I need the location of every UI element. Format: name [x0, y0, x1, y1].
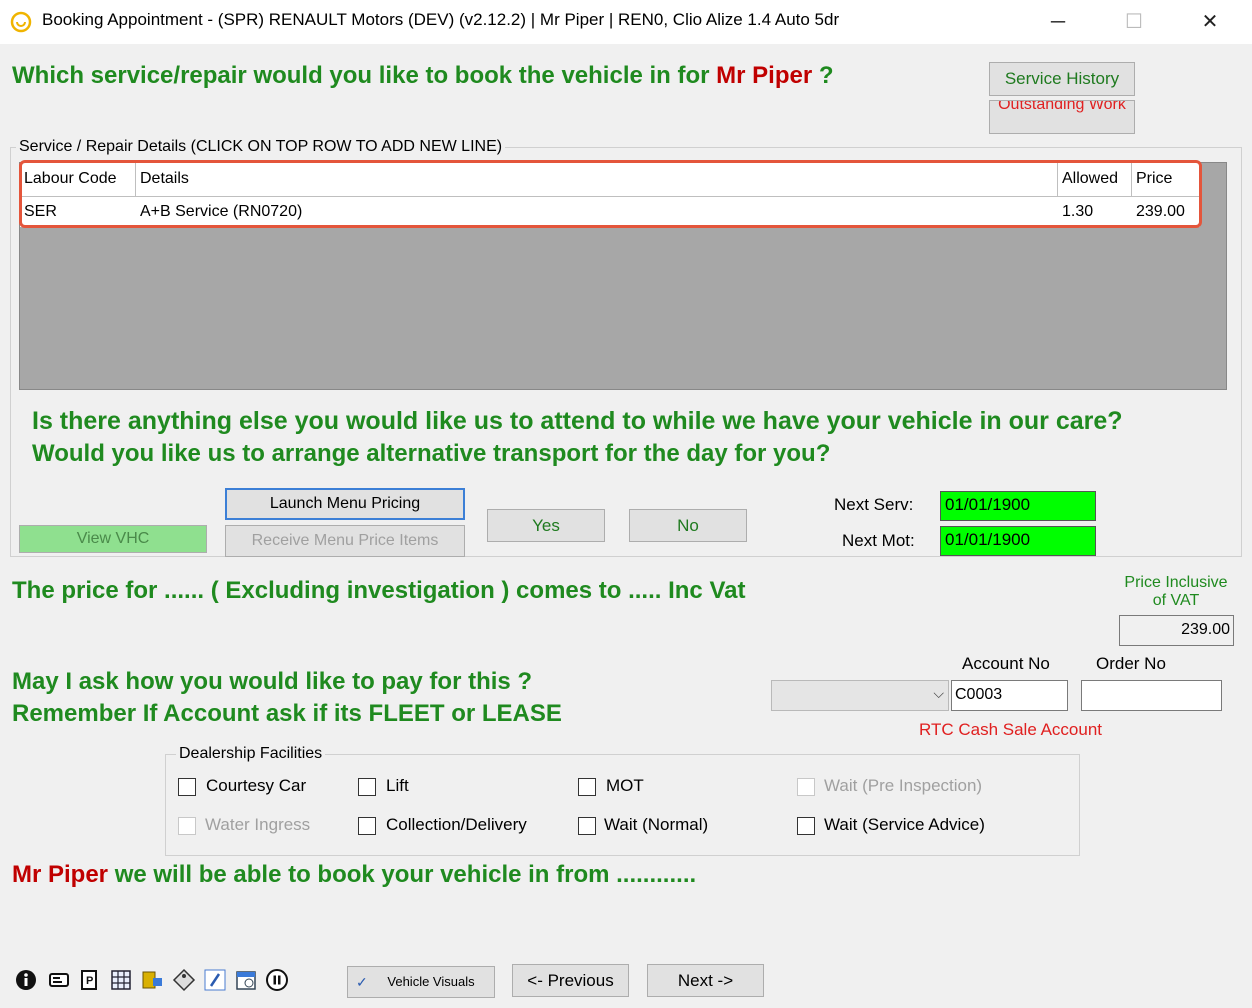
no-button[interactable]: No [629, 509, 747, 542]
additional-work-question: Is there anything else you would like us… [32, 407, 1123, 435]
lift-label: Lift [386, 776, 409, 795]
lift-checkbox[interactable] [358, 778, 376, 796]
vehicle-visuals-button[interactable]: ✓ Vehicle Visuals [347, 966, 495, 998]
price-inc-vat-field: 239.00 [1119, 615, 1234, 646]
price-inc-vat-label: Price Inclusive of VAT [1110, 574, 1242, 610]
next-button[interactable]: Next -> [647, 964, 764, 997]
service-question-prefix: Which service/repair would you like to b… [12, 62, 717, 89]
row-highlight-annotation [19, 160, 1202, 228]
window-title: Booking Appointment - (SPR) RENAULT Moto… [42, 10, 840, 29]
parking-icon[interactable]: P [78, 968, 102, 992]
wait-pre-inspection-label: Wait (Pre Inspection) [824, 776, 983, 795]
service-question-suffix: ? [812, 62, 834, 89]
yes-button[interactable]: Yes [487, 509, 605, 542]
courtesy-car-checkbox[interactable] [178, 778, 196, 796]
service-history-button[interactable]: Service History [989, 62, 1135, 96]
payment-reminder: Remember If Account ask if its FLEET or … [12, 700, 562, 727]
maximize-button[interactable]: ☐ [1106, 0, 1162, 44]
courtesy-car-label: Courtesy Car [206, 776, 307, 795]
service-question: Which service/repair would you like to b… [12, 62, 834, 90]
order-no-label: Order No [1096, 654, 1166, 673]
booking-statement-text: we will be able to book your vehicle in … [108, 861, 697, 888]
customer-name: Mr Piper [716, 62, 813, 89]
minimize-button[interactable]: ─ [1030, 0, 1086, 44]
calendar-icon[interactable] [234, 968, 258, 992]
vehicle-visuals-label: Vehicle Visuals [387, 974, 475, 989]
booking-statement: Mr Piper we will be able to book your ve… [12, 861, 696, 889]
outstanding-work-label: Outstanding Work [998, 100, 1126, 113]
next-mot-field[interactable]: 01/01/1900 [940, 526, 1096, 556]
pause-icon[interactable] [265, 968, 289, 992]
info-icon[interactable] [14, 968, 38, 992]
title-bar: Booking Appointment - (SPR) RENAULT Moto… [0, 0, 1252, 44]
view-vhc-button[interactable]: View VHC [19, 525, 207, 553]
account-no-field[interactable]: C0003 [951, 680, 1068, 711]
wait-normal-checkbox[interactable] [578, 817, 596, 835]
grid-icon[interactable] [109, 968, 133, 992]
chevron-down-icon: ⌵ [933, 685, 944, 701]
receive-menu-price-items-button[interactable]: Receive Menu Price Items [225, 525, 465, 557]
launch-menu-pricing-button[interactable]: Launch Menu Pricing [225, 488, 465, 520]
payment-question: May I ask how you would like to pay for … [12, 668, 533, 695]
next-serv-field[interactable]: 01/01/1900 [940, 491, 1096, 521]
pen-icon[interactable] [203, 968, 227, 992]
water-ingress-label: Water Ingress [205, 815, 311, 834]
dealership-facilities-label: Dealership Facilities [176, 745, 326, 763]
wait-normal-label: Wait (Normal) [604, 815, 709, 834]
collection-delivery-checkbox[interactable] [358, 817, 376, 835]
service-repair-group-label: Service / Repair Details (CLICK ON TOP R… [16, 138, 506, 156]
close-button[interactable]: ✕ [1182, 0, 1238, 44]
svg-text:P: P [86, 975, 93, 987]
water-ingress-checkbox [178, 817, 196, 835]
transport-question: Would you like us to arrange alternative… [32, 440, 831, 467]
collection-delivery-label: Collection/Delivery [386, 815, 527, 834]
mot-checkbox[interactable] [578, 778, 596, 796]
wait-service-advice-label: Wait (Service Advice) [824, 815, 985, 834]
account-type-dropdown[interactable]: ⌵ [771, 680, 949, 711]
booking-customer-name: Mr Piper [12, 861, 109, 888]
wait-service-advice-checkbox[interactable] [797, 817, 815, 835]
next-serv-label: Next Serv: [834, 495, 914, 514]
next-mot-label: Next Mot: [842, 531, 915, 550]
previous-button[interactable]: <- Previous [512, 964, 629, 997]
id-card-icon[interactable] [47, 968, 71, 992]
mot-label: MOT [606, 776, 644, 795]
account-no-label: Account No [962, 654, 1050, 673]
tag-icon[interactable] [172, 968, 196, 992]
vehicle-visuals-icon: ✓ [356, 974, 368, 990]
order-no-field[interactable] [1081, 680, 1222, 711]
wait-pre-inspection-checkbox [797, 778, 815, 796]
account-name: RTC Cash Sale Account [919, 720, 1102, 739]
price-inc-vat-label-line1: Price Inclusive [1124, 574, 1228, 591]
clock-icon [10, 11, 32, 33]
car-key-icon[interactable] [140, 968, 164, 992]
outstanding-work-button[interactable]: Outstanding Work [989, 100, 1135, 134]
price-statement: The price for ...... ( Excluding investi… [12, 577, 746, 604]
price-inc-vat-label-line2: of VAT [1152, 592, 1200, 609]
dealership-facilities-group [165, 754, 1080, 856]
